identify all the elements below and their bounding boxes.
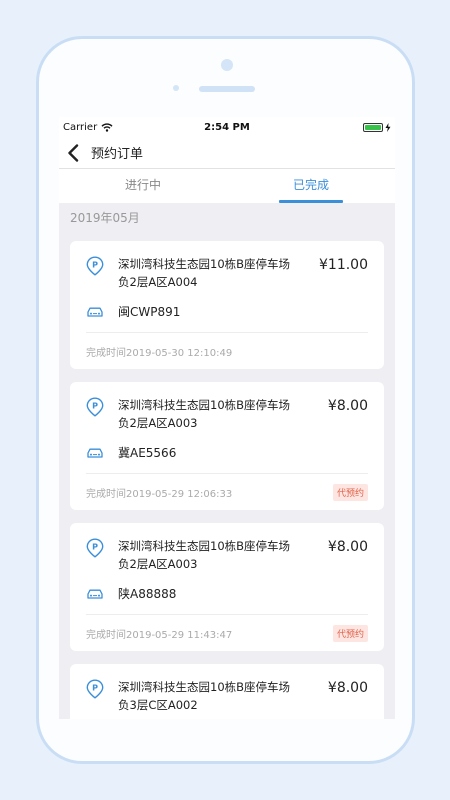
phone-frame: Carrier 2:54 PM 预约订单 进行中 已完成 2019年05月 P … — [36, 36, 415, 764]
svg-text:P: P — [92, 684, 98, 693]
active-tab-indicator — [279, 200, 343, 203]
address-line1: 深圳湾科技生态园10栋B座停车场 — [118, 257, 291, 271]
svg-text:P: P — [92, 261, 98, 270]
parking-pin-icon: P — [86, 256, 104, 276]
order-address: 深圳湾科技生态园10栋B座停车场 负2层A区A004 — [118, 255, 319, 291]
address-line1: 深圳湾科技生态园10栋B座停车场 — [118, 680, 291, 694]
back-chevron-icon[interactable] — [67, 143, 83, 163]
address-line2: 负3层C区A002 — [118, 698, 198, 712]
license-plate: 闽CWP891 — [118, 305, 181, 319]
order-address: 深圳湾科技生态园10栋B座停车场 负3层C区A002 — [118, 678, 328, 714]
order-price: ¥11.00 — [319, 257, 368, 273]
proxy-booking-badge: 代预约 — [332, 624, 368, 642]
order-address: 深圳湾科技生态园10栋B座停车场 负2层A区A003 — [118, 396, 328, 432]
license-plate: 陕A88888 — [118, 587, 177, 601]
address-line2: 负2层A区A004 — [118, 275, 198, 289]
proxy-booking-badge: 代预约 — [332, 483, 368, 501]
car-icon — [87, 307, 103, 317]
tab-in-progress[interactable]: 进行中 — [59, 169, 227, 203]
order-list: 2019年05月 P 深圳湾科技生态园10栋B座停车场 负2层A区A004 ¥1… — [59, 203, 395, 719]
license-plate: 冀AE5566 — [118, 446, 177, 460]
order-price: ¥8.00 — [327, 398, 368, 414]
order-price: ¥8.00 — [327, 680, 368, 696]
nav-bar: 预约订单 — [59, 137, 395, 169]
sensor-dot — [173, 85, 179, 91]
order-price: ¥8.00 — [327, 539, 368, 555]
address-line1: 深圳湾科技生态园10栋B座停车场 — [118, 398, 291, 412]
car-icon — [87, 448, 103, 458]
order-card[interactable]: P 深圳湾科技生态园10栋B座停车场 负3层C区A002 ¥8.00 — [70, 664, 384, 719]
order-address: 深圳湾科技生态园10栋B座停车场 负2层A区A003 — [118, 537, 328, 573]
parking-pin-icon: P — [86, 538, 104, 558]
status-bar: Carrier 2:54 PM — [59, 117, 395, 137]
speaker-bar — [199, 86, 255, 92]
tab-completed[interactable]: 已完成 — [227, 169, 395, 203]
month-header: 2019年05月 — [70, 211, 140, 225]
order-card[interactable]: P 深圳湾科技生态园10栋B座停车场 负2层A区A003 ¥8.00 陕A888… — [70, 523, 384, 651]
parking-pin-icon: P — [86, 397, 104, 417]
parking-pin-icon: P — [86, 679, 104, 699]
order-card[interactable]: P 深圳湾科技生态园10栋B座停车场 负2层A区A004 ¥11.00 闽CWP… — [70, 241, 384, 369]
order-card[interactable]: P 深圳湾科技生态园10栋B座停车场 负2层A区A003 ¥8.00 冀AE55… — [70, 382, 384, 510]
screen: Carrier 2:54 PM 预约订单 进行中 已完成 2019年05月 P … — [59, 117, 395, 719]
completion-time: 完成时间2019-05-29 11:43:47 — [86, 629, 233, 641]
car-icon — [87, 589, 103, 599]
address-line2: 负2层A区A003 — [118, 557, 198, 571]
tab-label: 已完成 — [292, 178, 329, 192]
page-title: 预约订单 — [91, 147, 144, 162]
address-line2: 负2层A区A003 — [118, 416, 198, 430]
svg-text:P: P — [92, 402, 98, 411]
svg-text:P: P — [92, 543, 98, 552]
tab-bar: 进行中 已完成 — [59, 169, 395, 203]
status-time: 2:54 PM — [204, 121, 250, 133]
tab-label: 进行中 — [124, 178, 161, 192]
camera-dot — [221, 59, 233, 71]
completion-time: 完成时间2019-05-30 12:10:49 — [86, 347, 233, 359]
address-line1: 深圳湾科技生态园10栋B座停车场 — [118, 539, 291, 553]
completion-time: 完成时间2019-05-29 12:06:33 — [86, 488, 233, 500]
